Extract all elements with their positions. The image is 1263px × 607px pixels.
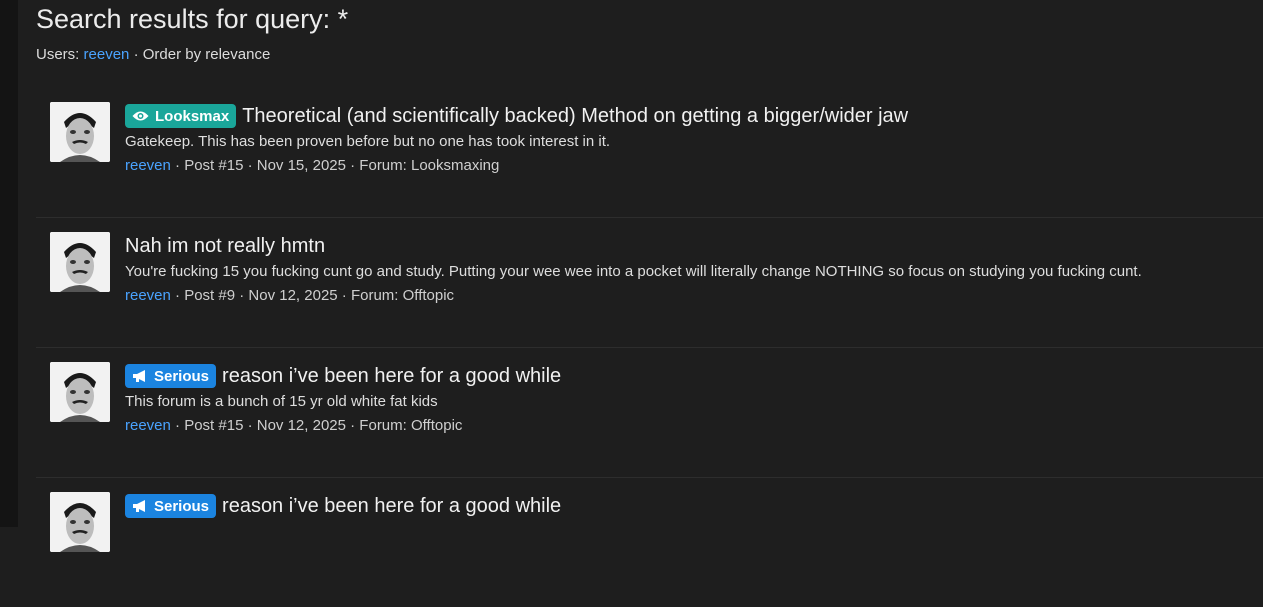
badge-label: Looksmax — [155, 107, 230, 125]
list-item: Serious reason i’ve been here for a good… — [36, 348, 1263, 478]
avatar[interactable] — [50, 492, 110, 552]
result-meta: reeven · Post #15 · Nov 12, 2025 · Forum… — [125, 417, 1243, 434]
avatar-image — [50, 492, 110, 552]
megaphone-icon — [132, 499, 148, 513]
page-title: Search results for query: * — [36, 4, 349, 34]
users-label: Users: — [36, 46, 80, 63]
result-title-link[interactable]: reason i’ve been here for a good while — [222, 365, 561, 388]
list-item: Nah im not really hmtn You're fucking 15… — [36, 218, 1263, 348]
result-title-link[interactable]: reason i’ve been here for a good while — [222, 495, 561, 518]
author-link[interactable]: reeven — [125, 287, 171, 304]
meta-text: · Post #15 · Nov 12, 2025 · Forum: Offto… — [175, 417, 463, 434]
badge-label: Serious — [154, 497, 210, 515]
eye-icon — [132, 110, 149, 122]
list-item: Serious reason i’ve been here for a good… — [36, 478, 1263, 607]
meta-text: · Post #9 · Nov 12, 2025 · Forum: Offtop… — [175, 287, 455, 304]
prefix-badge-serious[interactable]: Serious — [125, 364, 217, 388]
avatar-image — [50, 232, 110, 292]
prefix-badge-looksmax[interactable]: Looksmax — [125, 104, 237, 128]
result-snippet: You're fucking 15 you fucking cunt go an… — [125, 263, 1142, 280]
prefix-badge-serious[interactable]: Serious — [125, 494, 217, 518]
avatar[interactable] — [50, 232, 110, 292]
search-results-list: Looksmax Theoretical (and scientifically… — [36, 88, 1263, 607]
result-snippet: This forum is a bunch of 15 yr old white… — [125, 393, 438, 410]
user-filter-link[interactable]: reeven — [84, 46, 130, 63]
list-item: Looksmax Theoretical (and scientifically… — [36, 88, 1263, 218]
author-link[interactable]: reeven — [125, 417, 171, 434]
meta-text: · Post #15 · Nov 15, 2025 · Forum: Looks… — [175, 157, 500, 174]
result-title-link[interactable]: Theoretical (and scientifically backed) … — [242, 105, 908, 128]
avatar[interactable] — [50, 362, 110, 422]
result-meta: reeven · Post #15 · Nov 15, 2025 · Forum… — [125, 157, 1243, 174]
result-title-link[interactable]: Nah im not really hmtn — [125, 235, 325, 258]
avatar-image — [50, 102, 110, 162]
result-snippet: Gatekeep. This has been proven before bu… — [125, 133, 611, 150]
megaphone-icon — [132, 369, 148, 383]
main-content: Search results for query: * Users: reeve… — [18, 0, 1263, 552]
badge-label: Serious — [154, 367, 210, 385]
search-filter-line: Users: reeven · Order by relevance — [36, 46, 270, 63]
avatar-image — [50, 362, 110, 422]
order-by-text: · Order by relevance — [133, 46, 271, 63]
avatar[interactable] — [50, 102, 110, 162]
result-meta: reeven · Post #9 · Nov 12, 2025 · Forum:… — [125, 287, 1243, 304]
author-link[interactable]: reeven — [125, 157, 171, 174]
left-sidebar-edge — [0, 0, 18, 527]
